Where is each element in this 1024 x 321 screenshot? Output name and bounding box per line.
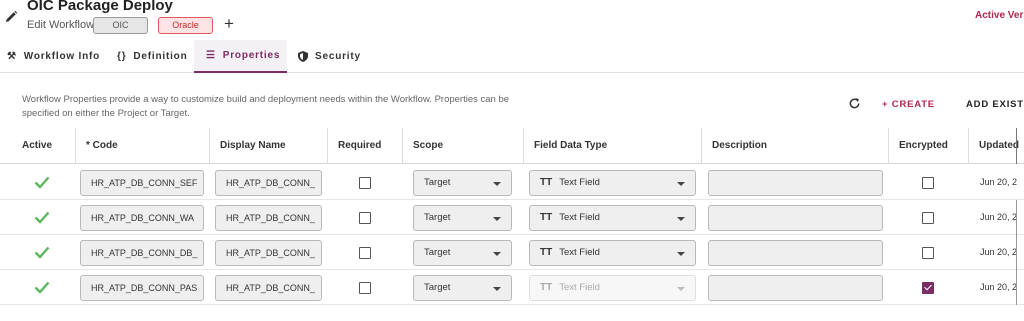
required-checkbox[interactable] bbox=[359, 212, 371, 224]
scope-select[interactable]: Target bbox=[413, 170, 512, 196]
description-input[interactable] bbox=[708, 275, 883, 301]
description-input[interactable] bbox=[708, 205, 883, 231]
tag-chip-oracle[interactable]: Oracle bbox=[158, 17, 213, 34]
table-row: HR_ATP_DB_CONN_WA HR_ATP_DB_CONN_ Target… bbox=[0, 200, 1024, 235]
scrollbar[interactable] bbox=[1016, 200, 1017, 305]
add-tag-button[interactable]: + bbox=[224, 15, 234, 33]
required-checkbox[interactable] bbox=[359, 177, 371, 189]
scope-select[interactable]: Target bbox=[413, 275, 512, 301]
dropdown-arrow-icon bbox=[493, 182, 501, 186]
updated-date: Jun 20, 2 bbox=[980, 247, 1018, 257]
tag-chip-oic[interactable]: OIC bbox=[93, 17, 148, 34]
table-header: Active * Code Display Name Required Scop… bbox=[0, 128, 1024, 164]
column-header-field-data-type[interactable]: Field Data Type bbox=[523, 128, 701, 164]
page-title: OIC Package Deploy bbox=[27, 0, 173, 14]
tab-label: Properties bbox=[222, 50, 281, 61]
text-field-icon: TT bbox=[540, 177, 553, 188]
field-data-type-select[interactable]: TT Text Field bbox=[529, 170, 696, 196]
display-name-input[interactable]: HR_ATP_DB_CONN_ bbox=[215, 170, 322, 196]
code-input[interactable]: HR_ATP_DB_CONN_PAS bbox=[80, 275, 204, 301]
tab-security[interactable]: Security bbox=[298, 40, 361, 73]
field-data-type-select[interactable]: TT Text Field bbox=[529, 275, 696, 301]
add-existing-button[interactable]: ADD EXISTI bbox=[966, 99, 1024, 110]
table-row: HR_ATP_DB_CONN_PAS HR_ATP_DB_CONN_ Targe… bbox=[0, 270, 1024, 305]
scope-value: Target bbox=[424, 177, 451, 188]
field-data-type-value: Text Field bbox=[559, 177, 600, 188]
table-row: HR_ATP_DB_CONN_DB_ HR_ATP_DB_CONN_ Targe… bbox=[0, 235, 1024, 270]
dropdown-arrow-icon bbox=[677, 182, 685, 186]
display-name-input[interactable]: HR_ATP_DB_CONN_ bbox=[215, 275, 322, 301]
description-input[interactable] bbox=[708, 240, 883, 266]
tools-icon: ⚒ bbox=[7, 51, 17, 62]
dropdown-arrow-icon bbox=[493, 252, 501, 256]
shield-icon bbox=[298, 51, 308, 62]
tab-bar: ⚒ Workflow Info {} Definition ☰ Properti… bbox=[0, 40, 1024, 73]
column-header-description[interactable]: Description bbox=[701, 128, 888, 164]
refresh-icon[interactable] bbox=[848, 97, 861, 110]
encrypted-checkbox[interactable] bbox=[922, 177, 934, 189]
dropdown-arrow-icon bbox=[677, 287, 685, 291]
required-checkbox[interactable] bbox=[359, 282, 371, 294]
encrypted-checkbox-checked[interactable] bbox=[922, 282, 934, 294]
tab-workflow-info[interactable]: ⚒ Workflow Info bbox=[7, 40, 100, 73]
active-version-label[interactable]: Active Vers bbox=[975, 10, 1024, 21]
column-header-display-name[interactable]: Display Name bbox=[209, 128, 327, 164]
check-icon bbox=[34, 246, 50, 259]
column-header-required[interactable]: Required bbox=[327, 128, 402, 164]
dropdown-arrow-icon bbox=[493, 217, 501, 221]
tab-properties[interactable]: ☰ Properties bbox=[194, 40, 287, 73]
field-data-type-value: Text Field bbox=[559, 212, 600, 223]
code-input[interactable]: HR_ATP_DB_CONN_DB_ bbox=[80, 240, 204, 266]
text-field-icon: TT bbox=[540, 247, 553, 258]
column-header-code[interactable]: * Code bbox=[75, 128, 209, 164]
dropdown-arrow-icon bbox=[677, 252, 685, 256]
scope-value: Target bbox=[424, 282, 451, 293]
display-name-input[interactable]: HR_ATP_DB_CONN_ bbox=[215, 205, 322, 231]
field-data-type-value: Text Field bbox=[559, 282, 600, 293]
encrypted-checkbox[interactable] bbox=[922, 212, 934, 224]
scope-value: Target bbox=[424, 212, 451, 223]
tab-label: Security bbox=[315, 51, 361, 62]
code-input[interactable]: HR_ATP_DB_CONN_WA bbox=[80, 205, 204, 231]
display-name-input[interactable]: HR_ATP_DB_CONN_ bbox=[215, 240, 322, 266]
edit-workflow-label: Edit Workflow bbox=[27, 19, 95, 31]
pencil-icon[interactable] bbox=[4, 10, 18, 24]
field-data-type-value: Text Field bbox=[559, 247, 600, 258]
scope-select[interactable]: Target bbox=[413, 240, 512, 266]
properties-description: Workflow Properties provide a way to cus… bbox=[22, 94, 510, 119]
check-icon bbox=[34, 211, 50, 224]
required-checkbox[interactable] bbox=[359, 247, 371, 259]
column-header-active[interactable]: Active bbox=[12, 128, 72, 164]
column-header-encrypted[interactable]: Encrypted bbox=[888, 128, 968, 164]
header: OIC Package Deploy Edit Workflow OIC Ora… bbox=[0, 0, 1024, 40]
create-button[interactable]: + CREATE bbox=[882, 99, 935, 110]
scope-select[interactable]: Target bbox=[413, 205, 512, 231]
scope-value: Target bbox=[424, 247, 451, 258]
check-icon bbox=[34, 281, 50, 294]
field-data-type-select[interactable]: TT Text Field bbox=[529, 240, 696, 266]
updated-date: Jun 20, 2 bbox=[980, 212, 1018, 222]
description-input[interactable] bbox=[708, 170, 883, 196]
column-header-scope[interactable]: Scope bbox=[402, 128, 523, 164]
list-icon: ☰ bbox=[206, 50, 216, 61]
dropdown-arrow-icon bbox=[493, 287, 501, 291]
tab-label: Workflow Info bbox=[23, 51, 101, 62]
dropdown-arrow-icon bbox=[677, 217, 685, 221]
check-icon bbox=[34, 176, 50, 189]
column-resize-handle[interactable] bbox=[1016, 128, 1017, 164]
encrypted-checkbox[interactable] bbox=[922, 247, 934, 259]
table-row: HR_ATP_DB_CONN_SEF HR_ATP_DB_CONN_ Targe… bbox=[0, 165, 1024, 200]
text-field-icon: TT bbox=[540, 212, 553, 223]
tab-label: Definition bbox=[133, 51, 188, 62]
code-braces-icon: {} bbox=[117, 51, 127, 62]
updated-date: Jun 20, 2 bbox=[980, 282, 1018, 292]
updated-date: Jun 20, 2 bbox=[980, 177, 1018, 187]
text-field-icon: TT bbox=[540, 282, 553, 293]
field-data-type-select[interactable]: TT Text Field bbox=[529, 205, 696, 231]
code-input[interactable]: HR_ATP_DB_CONN_SEF bbox=[80, 170, 204, 196]
tab-definition[interactable]: {} Definition bbox=[117, 40, 188, 73]
